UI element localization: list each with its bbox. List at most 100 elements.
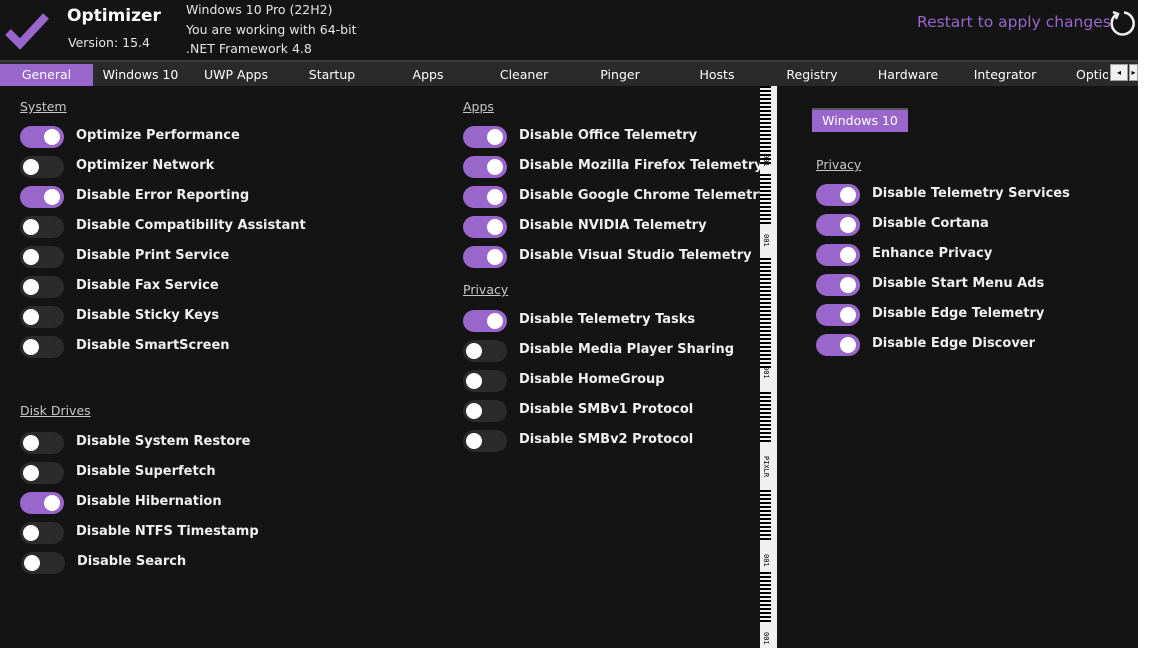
tab-scroll-right-button[interactable]: ▸ (1129, 64, 1138, 81)
option-label: Disable Edge Telemetry (872, 306, 1045, 321)
ruler-mark: 001 (762, 234, 770, 247)
restart-link[interactable]: Restart to apply changes (917, 13, 1111, 31)
toggle-switch[interactable] (20, 306, 64, 328)
tab-uwp-apps[interactable]: UWP Apps (188, 64, 284, 86)
option-label: Disable Mozilla Firefox Telemetry (519, 158, 763, 173)
toggle-switch[interactable] (816, 274, 860, 296)
toggle-switch[interactable] (20, 276, 64, 298)
option-label: Disable Media Player Sharing (519, 342, 735, 357)
toggle-switch[interactable] (816, 334, 860, 356)
os-version: Windows 10 Pro (22H2) (186, 2, 333, 17)
toggle-switch[interactable] (20, 126, 64, 148)
tab-windows-10[interactable]: Windows 10 (93, 64, 188, 86)
arrow-left-icon: ◂ (1116, 68, 1121, 77)
toggle-switch[interactable] (20, 246, 64, 268)
tab-integrator[interactable]: Integrator (958, 64, 1052, 86)
arrow-right-icon: ▸ (1131, 68, 1136, 77)
toggle-switch[interactable] (463, 340, 507, 362)
toggle-switch[interactable] (20, 156, 64, 178)
architecture-info: You are working with 64-bit (186, 21, 357, 37)
toggle-switch[interactable] (463, 246, 507, 268)
section-title-windows10-privacy: Privacy (816, 157, 862, 172)
framework-info: .NET Framework 4.8 (186, 41, 312, 56)
toggle-switch[interactable] (463, 156, 507, 178)
toggle-switch[interactable] (20, 522, 64, 544)
option-label: Disable Cortana (872, 216, 989, 231)
option-label: Disable Telemetry Services (872, 186, 1070, 201)
ruler-ticks (760, 490, 771, 540)
optimizer-window: Optimizer Version: 15.4 Windows 10 Pro (… (0, 0, 1138, 648)
toggle-switch[interactable] (816, 244, 860, 266)
main-tab-bar: General Windows 10 UWP Apps Startup Apps… (0, 60, 1138, 86)
toggle-switch[interactable] (816, 184, 860, 206)
ruler-ticks (760, 572, 771, 624)
option-label: Disable SMBv2 Protocol (519, 432, 694, 447)
pixel-ruler[interactable]: 001 001 001 PIXLR 001 001 (760, 86, 777, 648)
toggle-switch[interactable] (20, 186, 64, 208)
tab-general[interactable]: General (0, 64, 93, 86)
option-label: Optimizer Network (76, 158, 215, 173)
option-label: Disable Edge Discover (872, 336, 1036, 351)
toggle-switch[interactable] (463, 186, 507, 208)
ruler-ticks (760, 392, 771, 442)
option-label: Disable Hibernation (76, 494, 222, 509)
tab-registry[interactable]: Registry (766, 64, 858, 86)
tab-hosts[interactable]: Hosts (668, 64, 766, 86)
toggle-switch[interactable] (463, 370, 507, 392)
toggle-switch[interactable] (463, 216, 507, 238)
ruler-mark: 001 (762, 632, 770, 645)
ruler-mark: 001 (762, 554, 770, 567)
ruler-ticks (760, 174, 771, 224)
option-label: Disable SmartScreen (76, 338, 230, 353)
option-label: Disable Error Reporting (76, 188, 250, 203)
section-title-system: System (20, 99, 67, 114)
toggle-switch[interactable] (816, 304, 860, 326)
header: Optimizer Version: 15.4 Windows 10 Pro (… (0, 0, 1138, 60)
section-title-privacy: Privacy (463, 282, 509, 297)
option-label: Disable Telemetry Tasks (519, 312, 696, 327)
toggle-switch[interactable] (20, 492, 64, 514)
option-label: Disable Start Menu Ads (872, 276, 1045, 291)
option-label: Disable Visual Studio Telemetry (519, 248, 752, 263)
toggle-switch[interactable] (463, 400, 507, 422)
section-title-apps: Apps (463, 99, 494, 114)
subtab-windows-10[interactable]: Windows 10 (812, 108, 908, 132)
toggle-switch[interactable] (816, 214, 860, 236)
toggle-switch[interactable] (21, 552, 65, 574)
toggle-switch[interactable] (463, 310, 507, 332)
option-label: Optimize Performance (76, 128, 240, 143)
ruler-mark: 001 (762, 154, 770, 167)
ruler-mark: 001 (762, 366, 770, 379)
option-label: Disable System Restore (76, 434, 251, 449)
tab-startup[interactable]: Startup (284, 64, 380, 86)
option-label: Disable Fax Service (76, 278, 219, 293)
general-tab-content: System Optimize Performance Optimizer Ne… (0, 86, 1138, 648)
toggle-switch[interactable] (20, 336, 64, 358)
toggle-switch[interactable] (20, 216, 64, 238)
system-info: Windows 10 Pro (22H2) You are working wi… (186, 0, 356, 59)
tab-pinger[interactable]: Pinger (572, 64, 668, 86)
option-label: Disable Google Chrome Telemetry (519, 188, 768, 203)
option-label: Disable Print Service (76, 248, 230, 263)
tab-cleaner[interactable]: Cleaner (476, 64, 572, 86)
ruler-mark: PIXLR (762, 456, 770, 478)
option-label: Disable HomeGroup (519, 372, 665, 387)
toggle-switch[interactable] (20, 432, 64, 454)
option-label: Disable Sticky Keys (76, 308, 220, 323)
option-label: Disable NTFS Timestamp (76, 524, 259, 539)
option-label: Disable Office Telemetry (519, 128, 698, 143)
app-title: Optimizer (67, 6, 161, 26)
tab-hardware[interactable]: Hardware (858, 64, 958, 86)
tab-options[interactable]: Optio (1052, 64, 1108, 86)
tab-apps[interactable]: Apps (380, 64, 476, 86)
toggle-switch[interactable] (463, 126, 507, 148)
option-label: Disable NVIDIA Telemetry (519, 218, 707, 233)
option-label: Disable Superfetch (76, 464, 216, 479)
option-label: Enhance Privacy (872, 246, 993, 261)
option-label: Disable Search (77, 554, 187, 569)
tab-scroll-left-button[interactable]: ◂ (1110, 64, 1128, 81)
refresh-icon[interactable] (1108, 9, 1136, 37)
toggle-switch[interactable] (20, 462, 64, 484)
toggle-switch[interactable] (463, 430, 507, 452)
option-label: Disable SMBv1 Protocol (519, 402, 694, 417)
